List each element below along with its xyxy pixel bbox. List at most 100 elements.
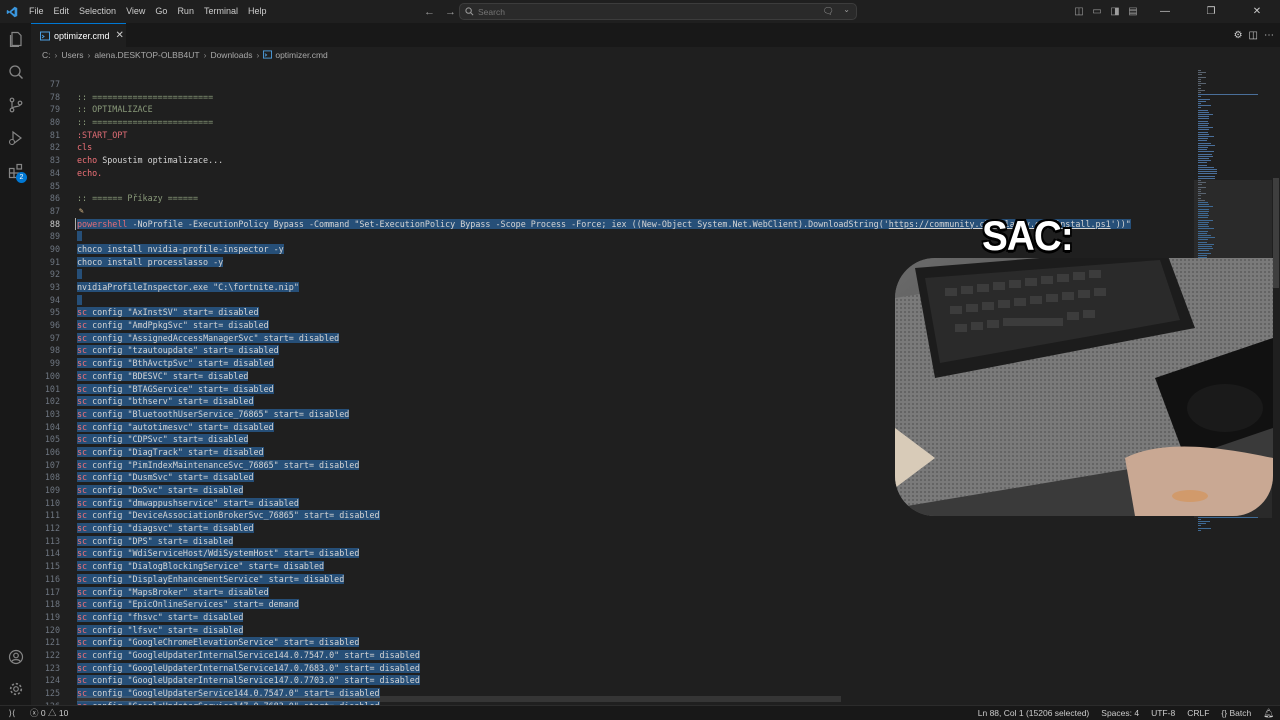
code-line[interactable]: 121 sc config "GoogleChromeElevationServi… [31, 636, 1194, 649]
line-number: 84 [49, 167, 60, 178]
settings-gear-icon[interactable] [0, 673, 31, 704]
minimap-line [1198, 182, 1206, 184]
customize-layout-icon[interactable]: ▤ [1124, 0, 1142, 23]
menu-go[interactable]: Go [150, 0, 172, 23]
horizontal-scrollbar[interactable] [77, 696, 841, 702]
language-label: Batch [1229, 708, 1252, 718]
problems-indicator[interactable]: ⓧ 0 △ 10 [24, 706, 74, 720]
language-mode[interactable]: {} Batch [1215, 706, 1257, 720]
code-line[interactable]: 79:: OPTIMALIZACE [31, 103, 1194, 116]
menu-file[interactable]: File [24, 0, 49, 23]
warning-count: 10 [58, 707, 69, 718]
minimap-line [1198, 186, 1206, 188]
forward-arrow-icon[interactable]: → [445, 6, 456, 18]
code-line[interactable]: 83 echo Spoustim optimalizace... [31, 154, 1194, 167]
accounts-icon[interactable] [0, 641, 31, 672]
line-number: 106 [44, 446, 60, 457]
back-arrow-icon[interactable]: ← [424, 6, 435, 18]
cursor-position[interactable]: Ln 88, Col 1 (15206 selected) [972, 706, 1096, 720]
code-line[interactable]: 112 sc config "diagsvc" start= disabled [31, 522, 1194, 535]
search-view-icon[interactable] [0, 56, 31, 87]
encoding[interactable]: UTF-8 [1145, 706, 1181, 720]
tab-label: optimizer.cmd [54, 30, 110, 41]
code-line[interactable]: 119 sc config "fhsvc" start= disabled [31, 611, 1194, 624]
copilot-chat-icon[interactable]: 🗨 [823, 6, 834, 17]
code-line[interactable]: 77 [31, 78, 1194, 91]
code-text: sc config "WdiServiceHost/WdiSystemHost"… [77, 548, 360, 559]
source-control-icon[interactable] [0, 89, 31, 120]
explorer-icon[interactable] [0, 23, 31, 54]
code-line[interactable]: 120 sc config "lfsvc" start= disabled [31, 624, 1194, 637]
split-editor-icon[interactable]: ◫ [1249, 30, 1258, 41]
code-line[interactable]: 86:: ====== Příkazy ====== [31, 192, 1194, 205]
code-text: sc config "DialogBlockingService" start=… [77, 561, 325, 572]
run-debug-icon[interactable] [0, 122, 31, 153]
code-line[interactable]: 115 sc config "DialogBlockingService" sta… [31, 560, 1194, 573]
menu-view[interactable]: View [121, 0, 150, 23]
code-line[interactable]: 122 sc config "GoogleUpdaterInternalServi… [31, 649, 1194, 662]
indentation[interactable]: Spaces: 4 [1095, 706, 1145, 720]
breadcrumb-downloads[interactable]: Downloads [210, 50, 252, 60]
tab-close-icon[interactable]: ✕ [116, 30, 124, 41]
toggle-sidebar-icon[interactable]: ◫ [1070, 0, 1088, 23]
menu-edit[interactable]: Edit [49, 0, 75, 23]
minimap-line [1198, 87, 1201, 89]
menu-selection[interactable]: Selection [74, 0, 121, 23]
minimap-line [1198, 147, 1208, 148]
minimize-button[interactable]: — [1142, 0, 1188, 23]
toggle-secondary-sidebar-icon[interactable]: ◨ [1106, 0, 1124, 23]
command-center-search[interactable]: 🗨 ⌄ [459, 3, 857, 20]
close-window-button[interactable]: ✕ [1234, 0, 1280, 23]
vertical-scrollbar-thumb[interactable] [1273, 178, 1279, 288]
line-number: 95 [49, 307, 60, 318]
code-line[interactable]: 85 [31, 180, 1194, 193]
code-line[interactable]: 78:: ======================== [31, 91, 1194, 104]
minimap-line [1198, 138, 1208, 140]
breadcrumb-drive[interactable]: C: [42, 50, 51, 60]
code-line[interactable]: 116 sc config "DisplayEnhancementService"… [31, 573, 1194, 586]
line-number: 88 [49, 218, 60, 229]
notifications-bell-icon[interactable]: 🔔︎ [1257, 706, 1280, 720]
code-line[interactable]: 118 sc config "EpicOnlineServices" start=… [31, 598, 1194, 611]
code-line[interactable]: 123 sc config "GoogleUpdaterInternalServi… [31, 662, 1194, 675]
toggle-panel-icon[interactable]: ▭ [1088, 0, 1106, 23]
restore-button[interactable]: ❐ [1188, 0, 1234, 23]
code-line[interactable]: 82 cls [31, 141, 1194, 154]
lightbulb-icon[interactable]: ✎ [79, 205, 84, 218]
breadcrumb-user[interactable]: alena.DESKTOP-OLBB4UT [94, 50, 199, 60]
cmd-file-icon [263, 50, 273, 59]
extensions-icon[interactable]: 2 [0, 155, 31, 186]
code-line[interactable]: 113 sc config "DPS" start= disabled [31, 535, 1194, 548]
chevron-right-icon: › [203, 49, 207, 60]
code-line[interactable]: 81:START_OPT [31, 129, 1194, 142]
menu-terminal[interactable]: Terminal [199, 0, 243, 23]
tab-optimizer-cmd[interactable]: optimizer.cmd ✕ [31, 23, 126, 47]
code-text: sc config "PimIndexMaintenanceSvc_76865"… [77, 459, 360, 470]
minimap-line [1198, 103, 1201, 104]
line-number: 80 [49, 117, 60, 128]
code-line[interactable]: 117 sc config "MapsBroker" start= disable… [31, 586, 1194, 599]
breadcrumb-file[interactable]: optimizer.cmd [275, 50, 327, 60]
menu-run[interactable]: Run [172, 0, 199, 23]
code-line[interactable]: 84 echo. [31, 167, 1194, 180]
minimap-line [1198, 525, 1201, 527]
copilot-icon[interactable]: ⚙ [1234, 30, 1243, 41]
menu-help[interactable]: Help [243, 0, 272, 23]
minimap-line [1198, 521, 1210, 522]
chevron-down-icon[interactable]: ⌄ [843, 5, 850, 14]
breadcrumb-users[interactable]: Users [61, 50, 83, 60]
minimap-line [1198, 199, 1205, 201]
search-input[interactable] [474, 6, 814, 17]
line-ending[interactable]: CRLF [1181, 706, 1215, 720]
code-line[interactable]: 80:: ======================== [31, 116, 1194, 129]
line-number: 119 [44, 611, 60, 622]
minimap-line [1198, 116, 1209, 118]
code-text: sc config "AmdPpkgSvc" start= disabled [77, 320, 269, 331]
remote-icon[interactable]: ⟩⟨ [0, 706, 24, 720]
minimap-line [1198, 188, 1201, 190]
more-actions-icon[interactable]: ⋯ [1264, 30, 1274, 41]
code-line[interactable]: 114 sc config "WdiServiceHost/WdiSystemHo… [31, 547, 1194, 560]
code-line[interactable]: 124 sc config "GoogleUpdaterInternalServi… [31, 674, 1194, 687]
vertical-scrollbar[interactable] [1272, 62, 1280, 705]
minimap-line [1198, 195, 1201, 197]
